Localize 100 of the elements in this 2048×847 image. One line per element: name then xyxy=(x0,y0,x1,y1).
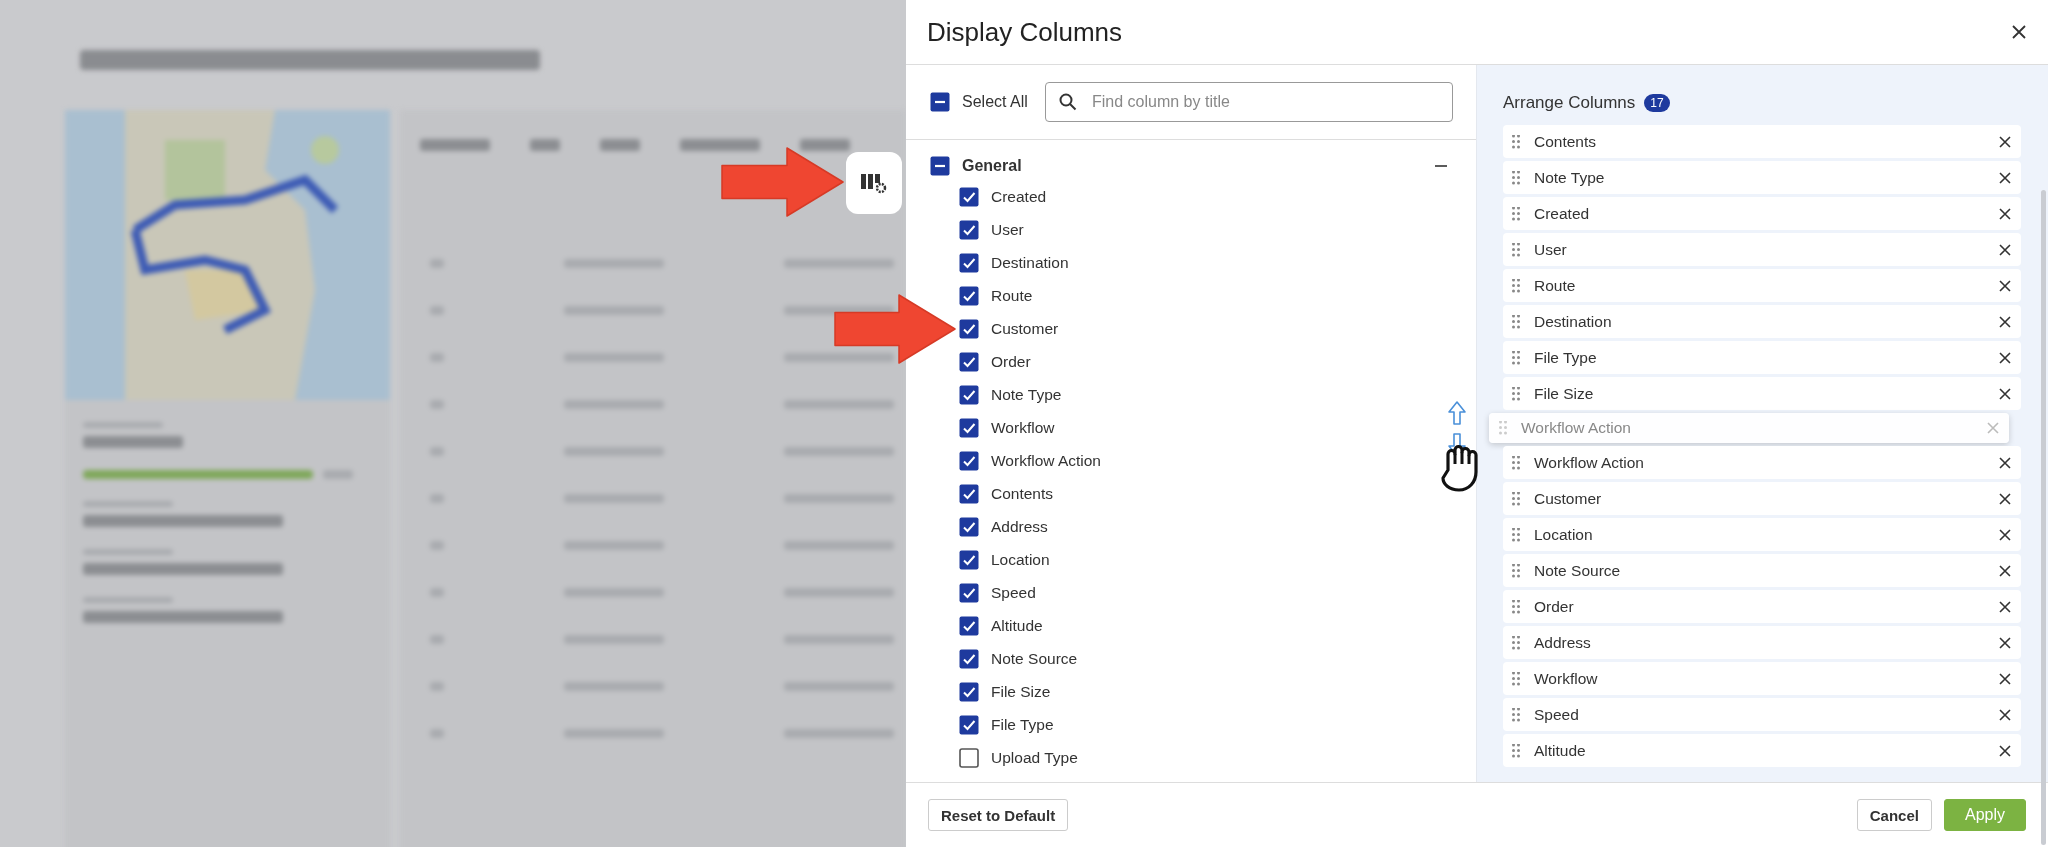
close-icon[interactable] xyxy=(1999,135,2011,148)
column-settings-icon[interactable] xyxy=(861,172,887,194)
drag-handle-icon[interactable] xyxy=(1512,170,1520,185)
column-label: Workflow xyxy=(991,418,1055,437)
checkbox[interactable] xyxy=(959,351,979,372)
column-label: Speed xyxy=(991,583,1036,602)
column-row[interactable]: Note Source xyxy=(1503,554,2021,587)
column-row[interactable]: Contents xyxy=(1503,125,2021,158)
checkbox[interactable] xyxy=(959,549,979,570)
close-icon[interactable] xyxy=(2012,25,2026,39)
checkbox[interactable] xyxy=(959,450,979,471)
column-row[interactable]: User xyxy=(1503,233,2021,266)
column-row[interactable]: Workflow Action xyxy=(1503,446,2021,479)
close-icon[interactable] xyxy=(1999,600,2011,613)
close-icon[interactable] xyxy=(1999,672,2011,685)
close-icon[interactable] xyxy=(1999,636,2011,649)
close-icon[interactable] xyxy=(1999,279,2011,292)
column-row[interactable]: Altitude xyxy=(1503,734,2021,767)
drag-handle-icon[interactable] xyxy=(1512,134,1520,149)
checkbox[interactable] xyxy=(959,648,979,669)
drag-handle-icon[interactable] xyxy=(1499,421,1507,435)
column-label: Customer xyxy=(1534,489,1603,508)
checkbox[interactable] xyxy=(959,219,979,240)
close-icon[interactable] xyxy=(1999,708,2011,721)
column-row[interactable]: Customer xyxy=(1503,482,2021,515)
drag-handle-icon[interactable] xyxy=(1512,743,1520,758)
footer-button[interactable]: Cancel xyxy=(1856,799,1932,831)
close-icon[interactable] xyxy=(1999,492,2011,505)
column-row[interactable]: Destination xyxy=(1503,305,2021,338)
column-row[interactable]: File Type xyxy=(1503,341,2021,374)
checkbox[interactable] xyxy=(959,615,979,636)
checkbox[interactable] xyxy=(959,516,979,537)
checkbox[interactable] xyxy=(930,155,950,176)
column-label: Upload Type xyxy=(991,748,1078,767)
column-row[interactable]: Created xyxy=(1503,197,2021,230)
column-label: Location xyxy=(991,550,1050,569)
checkbox[interactable] xyxy=(930,92,950,112)
select-all-label: Select All xyxy=(962,93,1028,111)
drag-handle-icon[interactable] xyxy=(1512,314,1520,329)
drag-handle-icon[interactable] xyxy=(1512,563,1520,578)
close-icon[interactable] xyxy=(1999,456,2011,469)
column-row[interactable]: Workflow xyxy=(1503,662,2021,695)
column-label: Note Source xyxy=(991,649,1078,668)
dragged-column-row[interactable]: Workflow Action xyxy=(1489,413,2009,443)
column-label: Route xyxy=(991,286,1033,305)
close-icon[interactable] xyxy=(1999,387,2011,400)
column-row[interactable]: Location xyxy=(1503,518,2021,551)
checkbox[interactable] xyxy=(959,384,979,405)
column-label: Note Type xyxy=(1534,168,1606,187)
drag-handle-icon[interactable] xyxy=(1512,707,1520,722)
checkbox[interactable] xyxy=(959,417,979,438)
close-icon[interactable] xyxy=(1999,207,2011,220)
column-row[interactable]: Speed xyxy=(1503,698,2021,731)
group-label: General xyxy=(962,156,1023,175)
checkbox[interactable] xyxy=(959,252,979,273)
drag-handle-icon[interactable] xyxy=(1512,206,1520,221)
close-icon[interactable] xyxy=(1999,528,2011,541)
drag-handle-icon[interactable] xyxy=(1512,527,1520,542)
checkbox[interactable] xyxy=(959,714,979,735)
checkbox[interactable] xyxy=(959,582,979,603)
close-icon[interactable] xyxy=(1999,564,2011,577)
checkbox[interactable] xyxy=(959,681,979,702)
column-label: Note Source xyxy=(1534,561,1622,580)
drag-handle-icon[interactable] xyxy=(1512,455,1520,470)
drag-handle-icon[interactable] xyxy=(1512,278,1520,293)
close-icon[interactable] xyxy=(1999,171,2011,184)
scrollbar[interactable] xyxy=(2041,190,2046,845)
checkbox[interactable] xyxy=(959,747,979,768)
column-row[interactable]: Note Type xyxy=(1503,161,2021,194)
drag-handle-icon[interactable] xyxy=(1512,242,1520,257)
checkbox[interactable] xyxy=(959,483,979,504)
footer-button[interactable]: Reset to Default xyxy=(928,799,1069,831)
column-row[interactable]: File Size xyxy=(1503,377,2021,410)
column-label: File Type xyxy=(1534,348,1598,367)
column-row[interactable]: Address xyxy=(1503,626,2021,659)
column-label: File Size xyxy=(991,682,1051,701)
column-row[interactable]: Order xyxy=(1503,590,2021,623)
column-label: Created xyxy=(1534,204,1591,223)
column-label: File Size xyxy=(1534,384,1595,403)
checkbox[interactable] xyxy=(959,318,979,339)
drag-handle-icon[interactable] xyxy=(1512,599,1520,614)
close-icon[interactable] xyxy=(1999,243,2011,256)
drag-handle-icon[interactable] xyxy=(1512,350,1520,365)
column-label: Customer xyxy=(991,319,1059,338)
close-icon[interactable] xyxy=(1999,744,2011,757)
drag-handle-icon[interactable] xyxy=(1512,671,1520,686)
checkbox[interactable] xyxy=(959,285,979,306)
column-label: Workflow xyxy=(1534,669,1599,688)
column-label: Workflow Action xyxy=(1534,453,1645,472)
drag-handle-icon[interactable] xyxy=(1512,491,1520,506)
checkbox[interactable] xyxy=(959,186,979,207)
drag-handle-icon[interactable] xyxy=(1512,386,1520,401)
column-label: Created xyxy=(991,187,1047,206)
column-label: Route xyxy=(1534,276,1577,295)
close-icon[interactable] xyxy=(1999,351,2011,364)
search-field[interactable]: Find column by title xyxy=(1045,82,1453,122)
column-label: Workflow Action xyxy=(991,451,1101,470)
drag-handle-icon[interactable] xyxy=(1512,635,1520,650)
close-icon[interactable] xyxy=(1999,315,2011,328)
column-row[interactable]: Route xyxy=(1503,269,2021,302)
